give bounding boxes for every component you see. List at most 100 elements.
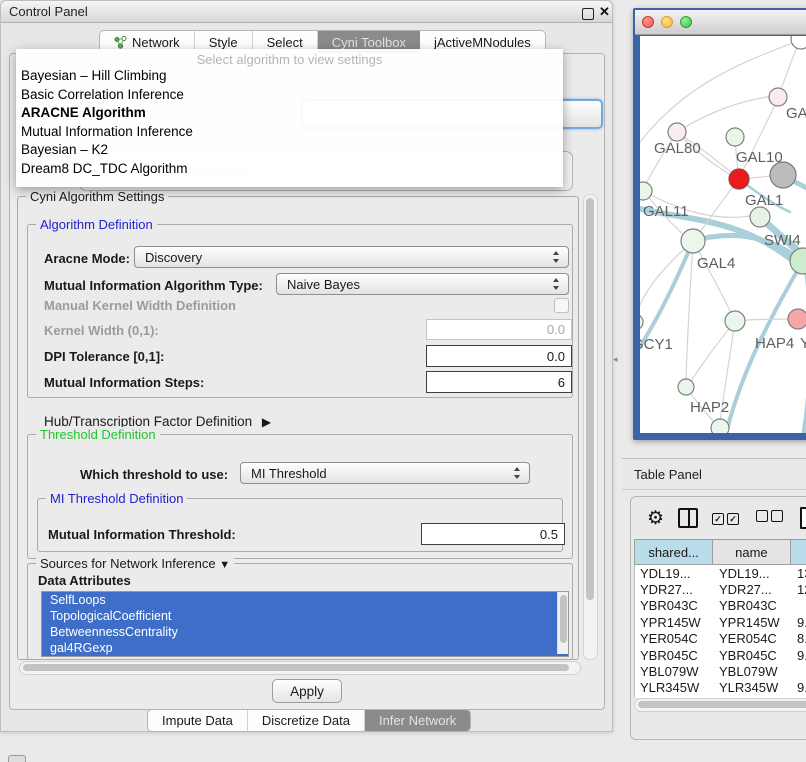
split-columns-icon[interactable] bbox=[678, 508, 698, 528]
table-cell[interactable]: 9. bbox=[792, 615, 806, 630]
table-cell[interactable]: 8. bbox=[792, 631, 806, 646]
network-node[interactable] bbox=[726, 128, 744, 146]
network-node[interactable] bbox=[729, 169, 749, 189]
table-cell[interactable]: 12 bbox=[792, 582, 806, 597]
dpi-tolerance-field[interactable]: 0.0 bbox=[426, 345, 572, 367]
table-row[interactable]: YBR043CYBR043C bbox=[635, 598, 806, 614]
new-table-icon[interactable] bbox=[800, 507, 806, 529]
settings-horizontal-scrollbar-thumb[interactable] bbox=[23, 664, 569, 671]
algorithm-option-dream8-dc-tdc-algorithm[interactable]: Dream8 DC_TDC Algorithm bbox=[16, 160, 563, 179]
network-node[interactable] bbox=[640, 182, 652, 200]
network-node[interactable] bbox=[725, 311, 745, 331]
table-cell[interactable]: YPR145W bbox=[714, 615, 792, 630]
column-header-col2[interactable] bbox=[791, 540, 806, 564]
attribute-option-selfloops[interactable]: SelfLoops bbox=[42, 592, 568, 608]
select-all-icon[interactable]: ✓✓ bbox=[712, 509, 742, 527]
network-edge[interactable] bbox=[690, 321, 735, 383]
kernel-width-field[interactable]: 0.0 bbox=[426, 319, 572, 340]
network-node[interactable] bbox=[788, 309, 806, 329]
tab-infer-network[interactable]: Infer Network bbox=[365, 710, 470, 731]
minimized-panel-button[interactable] bbox=[8, 755, 26, 762]
settings-scrollbar-thumb[interactable] bbox=[586, 198, 594, 600]
algorithm-option-aracne-algorithm[interactable]: ARACNE Algorithm bbox=[16, 104, 563, 123]
table-cell[interactable]: YBR043C bbox=[714, 598, 792, 613]
table-cell[interactable]: YBR045C bbox=[635, 648, 714, 663]
tab-label: Discretize Data bbox=[262, 713, 350, 728]
table-row[interactable]: YDL19...YDL19...13 bbox=[635, 565, 806, 581]
settings-gear-icon[interactable]: ⚙ bbox=[647, 509, 664, 528]
table-cell[interactable]: 13 bbox=[792, 566, 806, 581]
table-cell[interactable]: YBL079W bbox=[635, 664, 714, 679]
mi-steps-field[interactable]: 6 bbox=[426, 371, 572, 393]
network-canvas[interactable]: GALGAL80GAL10GAL1GAL11SWI4GAL4GCY1HAP4YH… bbox=[640, 36, 806, 433]
network-node[interactable] bbox=[769, 88, 787, 106]
listbox-scrollbar[interactable] bbox=[557, 592, 568, 654]
table-row[interactable]: YDR27...YDR27...12 bbox=[635, 581, 806, 597]
close-traffic-light-icon[interactable] bbox=[642, 16, 654, 28]
table-horizontal-scrollbar-thumb[interactable] bbox=[638, 701, 806, 708]
table-cell[interactable]: YLR345W bbox=[714, 680, 792, 695]
mi-type-combo[interactable]: Naive Bayes bbox=[276, 273, 569, 295]
network-node[interactable] bbox=[711, 419, 729, 433]
settings-horizontal-scrollbar[interactable] bbox=[19, 661, 581, 675]
tab-impute-data[interactable]: Impute Data bbox=[148, 710, 248, 731]
threshold-definition-title: Threshold Definition bbox=[36, 427, 160, 442]
table-cell[interactable]: YDR27... bbox=[635, 582, 714, 597]
table-row[interactable]: YBR045CYBR045C9. bbox=[635, 647, 806, 663]
network-node[interactable] bbox=[640, 314, 643, 330]
table-cell[interactable]: 9. bbox=[792, 648, 806, 663]
algorithm-option-basic-correlation-inference[interactable]: Basic Correlation Inference bbox=[16, 86, 563, 105]
network-edge[interactable] bbox=[693, 241, 733, 317]
network-edge[interactable] bbox=[686, 241, 693, 381]
table-cell[interactable]: YBR045C bbox=[714, 648, 792, 663]
tab-label: jActiveMNodules bbox=[434, 35, 531, 50]
tab-discretize-data[interactable]: Discretize Data bbox=[248, 710, 365, 731]
table-cell[interactable]: YER054C bbox=[635, 631, 714, 646]
network-edge[interactable] bbox=[800, 274, 806, 433]
attribute-option-topologicalcoefficient[interactable]: TopologicalCoefficient bbox=[42, 608, 568, 624]
table-cell[interactable]: YER054C bbox=[714, 631, 792, 646]
table-row[interactable]: YPR145WYPR145W9. bbox=[635, 614, 806, 630]
network-node[interactable] bbox=[791, 36, 806, 49]
table-cell[interactable]: 9. bbox=[792, 680, 806, 695]
settings-scrollbar[interactable] bbox=[583, 194, 598, 660]
table-cell[interactable]: YDR27... bbox=[714, 582, 792, 597]
table-horizontal-scrollbar[interactable] bbox=[634, 698, 806, 712]
algorithm-option-bayesian-k2[interactable]: Bayesian – K2 bbox=[16, 141, 563, 160]
column-header-shared[interactable]: shared... bbox=[635, 540, 713, 564]
splitpane-collapse-arrow[interactable]: ◂ bbox=[613, 354, 618, 365]
attribute-option-betweennesscentrality[interactable]: BetweennessCentrality bbox=[42, 624, 568, 640]
table-row[interactable]: YER054CYER054C8. bbox=[635, 631, 806, 647]
algorithm-option-bayesian-hill-climbing[interactable]: Bayesian – Hill Climbing bbox=[16, 67, 563, 86]
table-cell[interactable]: YDL19... bbox=[635, 566, 714, 581]
column-header-name[interactable]: name bbox=[713, 540, 790, 564]
table-cell[interactable]: YDL19... bbox=[714, 566, 792, 581]
table-cell[interactable]: YBR043C bbox=[635, 598, 714, 613]
close-window-button[interactable]: ✕ bbox=[599, 4, 610, 20]
attribute-option-gal4rgexp[interactable]: gal4RGexp bbox=[42, 640, 568, 656]
listbox-scrollbar-thumb[interactable] bbox=[560, 595, 567, 643]
network-node[interactable] bbox=[750, 207, 770, 227]
manual-kernel-checkbox[interactable] bbox=[554, 298, 569, 313]
minimize-traffic-light-icon[interactable] bbox=[661, 16, 673, 28]
table-cell[interactable]: YLR345W bbox=[635, 680, 714, 695]
stepper-arrows-icon bbox=[553, 251, 560, 263]
network-edge[interactable] bbox=[677, 96, 776, 132]
aracne-mode-combo[interactable]: Discovery bbox=[134, 246, 569, 268]
zoom-traffic-light-icon[interactable] bbox=[680, 16, 692, 28]
which-threshold-combo[interactable]: MI Threshold bbox=[240, 462, 530, 484]
table-cell[interactable]: YPR145W bbox=[635, 615, 714, 630]
float-window-button[interactable] bbox=[582, 7, 594, 25]
network-node[interactable] bbox=[678, 379, 694, 395]
table-row[interactable]: YBL079WYBL079W bbox=[635, 663, 806, 679]
apply-button[interactable]: Apply bbox=[272, 679, 342, 703]
network-node[interactable] bbox=[681, 229, 705, 253]
network-node[interactable] bbox=[668, 123, 686, 141]
data-attributes-listbox[interactable]: SelfLoopsTopologicalCoefficientBetweenne… bbox=[41, 591, 569, 657]
mi-threshold-field[interactable]: 0.5 bbox=[421, 523, 565, 545]
table-row[interactable]: YLR345WYLR345W9. bbox=[635, 680, 806, 696]
table-cell[interactable]: YBL079W bbox=[714, 664, 792, 679]
deselect-all-icon[interactable] bbox=[756, 509, 786, 527]
network-edge[interactable] bbox=[640, 241, 693, 319]
algorithm-option-mutual-information-inference[interactable]: Mutual Information Inference bbox=[16, 123, 563, 142]
